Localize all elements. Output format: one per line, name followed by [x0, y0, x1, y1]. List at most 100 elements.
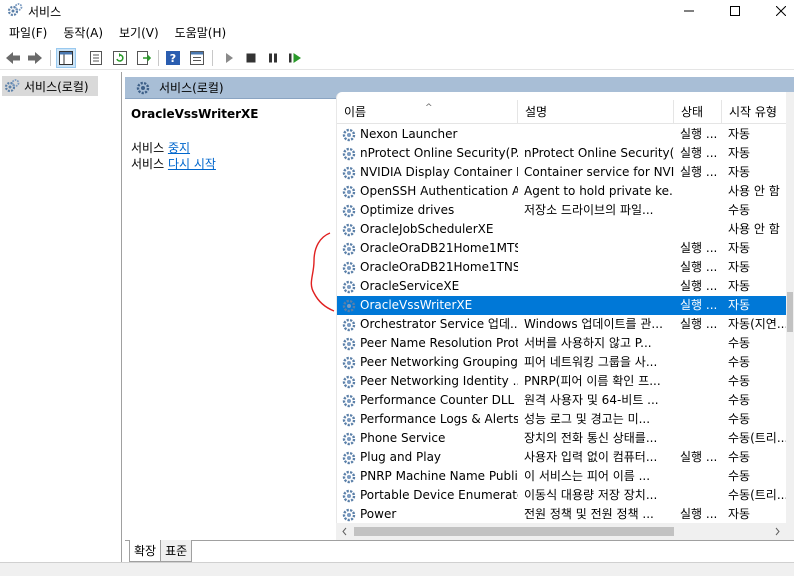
stop-prefix: 서비스 [131, 141, 168, 155]
column-header-description[interactable]: 설명 [518, 100, 674, 124]
service-row[interactable]: Nexon Launcher 실행 ... 자동 [337, 125, 794, 144]
service-description: 장치의 전화 통신 상태를... [524, 431, 658, 445]
service-row[interactable]: OracleOraDB21Home1MTS... 실행 ... 자동 [337, 239, 794, 258]
service-row[interactable]: Performance Logs & Alerts 성능 로그 및 경고는 미..… [337, 410, 794, 429]
service-row[interactable]: NVIDIA Display Container LS Container ser… [337, 163, 794, 182]
service-status: 실행 ... [680, 317, 718, 331]
tree-item-services-local[interactable]: 서비스(로컬) [2, 76, 98, 96]
properties-button[interactable] [86, 48, 106, 68]
service-startup-type: 수동 [728, 412, 751, 426]
service-row[interactable]: Peer Networking Grouping 피어 네트워킹 그룹을 사...… [337, 353, 794, 372]
menu-action[interactable]: 동작(A) [54, 23, 110, 43]
tree-item-label: 서비스(로컬) [24, 79, 89, 94]
gear-icon [341, 374, 357, 390]
title-bar: 서비스 [0, 0, 794, 22]
service-row[interactable]: Performance Counter DLL ... 원격 사용자 및 64-비… [337, 391, 794, 410]
service-row[interactable]: Orchestrator Service 업데... Windows 업데이트를 … [337, 315, 794, 334]
service-row[interactable]: nProtect Online Security(P... nProtect On… [337, 144, 794, 163]
stop-service-line: 서비스 중지 [131, 139, 190, 156]
service-row[interactable]: Optimize drives 저장소 드라이브의 파일... 수동 [337, 201, 794, 220]
menu-help[interactable]: 도움말(H) [166, 23, 234, 43]
service-row[interactable]: OracleVssWriterXE 실행 ... 자동 [337, 296, 794, 315]
service-description: 전원 정책 및 전원 정책 ... [524, 507, 654, 521]
service-row[interactable]: PNRP Machine Name Publi... 이 서비스는 피어 이름 .… [337, 467, 794, 486]
gear-icon [341, 127, 357, 143]
restart-service-button[interactable] [285, 48, 305, 68]
vertical-scrollbar[interactable] [786, 92, 794, 540]
services-app-icon [7, 3, 23, 17]
export-icon [137, 51, 151, 65]
maximize-icon [730, 6, 740, 16]
service-description: 이동식 대용량 저장 장치... [524, 488, 658, 502]
minimize-button[interactable] [666, 0, 712, 22]
maximize-button[interactable] [712, 0, 758, 22]
service-name: OracleOraDB21Home1MTS... [360, 241, 518, 255]
service-row[interactable]: OracleJobSchedulerXE 사용 안 함 [337, 220, 794, 239]
service-name: Peer Name Resolution Prot... [360, 336, 518, 350]
service-startup-type: 수동 [728, 374, 751, 388]
service-row[interactable]: Phone Service 장치의 전화 통신 상태를... 수동(트리... [337, 429, 794, 448]
service-name: Peer Networking Identity ... [360, 374, 518, 388]
service-startup-type: 자동 [728, 241, 751, 255]
close-icon [776, 6, 786, 16]
column-header-name[interactable]: ^ 이름 [337, 100, 518, 124]
minimize-icon [684, 10, 694, 12]
export-button[interactable] [134, 48, 154, 68]
gear-icon [341, 507, 357, 523]
service-name: Performance Counter DLL ... [360, 393, 518, 407]
service-row[interactable]: Plug and Play 사용자 입력 없이 컴퓨터... 실행 ... 수동 [337, 448, 794, 467]
menu-view[interactable]: 보기(V) [110, 23, 166, 43]
list-header: ^ 이름 설명 상태 시작 유형 [337, 100, 794, 124]
tab-standard[interactable]: 표준 [160, 540, 193, 562]
pause-service-button[interactable] [263, 48, 283, 68]
services-tree-icon [4, 79, 20, 93]
back-button[interactable] [3, 48, 23, 68]
service-name: OracleServiceXE [360, 279, 460, 293]
service-name: Portable Device Enumerato... [360, 488, 518, 502]
restart-service-line: 서비스 다시 시작 [131, 155, 216, 172]
service-startup-type: 자동 [728, 165, 751, 179]
forward-button[interactable] [25, 48, 45, 68]
restart-prefix: 서비스 [131, 157, 168, 171]
service-row[interactable]: OracleServiceXE 실행 ... 자동 [337, 277, 794, 296]
service-status: 실행 ... [680, 298, 718, 312]
stop-service-link[interactable]: 중지 [168, 141, 190, 155]
service-startup-type: 자동 [728, 279, 751, 293]
service-row[interactable]: OracleOraDB21Home1TNS... 실행 ... 자동 [337, 258, 794, 277]
service-name: Nexon Launcher [360, 127, 458, 141]
gear-icon [341, 488, 357, 504]
service-name: Performance Logs & Alerts [360, 412, 518, 426]
view-button[interactable] [187, 48, 207, 68]
service-name: Phone Service [360, 431, 446, 445]
scroll-right-icon[interactable] [772, 523, 782, 540]
help-button[interactable]: ? [163, 48, 183, 68]
service-row[interactable]: Power 전원 정책 및 전원 정책 ... 실행 ... 자동 [337, 505, 794, 524]
service-description: PNRP(피어 이름 확인 프... [524, 374, 661, 388]
column-header-startup[interactable]: 시작 유형 [722, 100, 794, 124]
service-row[interactable]: Portable Device Enumerato... 이동식 대용량 저장 장… [337, 486, 794, 505]
service-description: Windows 업데이트를 관... [524, 317, 663, 331]
service-row[interactable]: Peer Networking Identity ... PNRP(피어 이름 확… [337, 372, 794, 391]
service-row[interactable]: Peer Name Resolution Prot... 서버를 사용하지 않고 … [337, 334, 794, 353]
selected-service-name: OracleVssWriterXE [131, 107, 259, 121]
service-startup-type: 자동 [728, 127, 751, 141]
service-status: 실행 ... [680, 279, 718, 293]
console-tree-button[interactable] [56, 48, 76, 68]
scroll-left-icon[interactable] [340, 523, 350, 540]
horizontal-scrollbar[interactable] [336, 523, 786, 540]
services-list: ^ 이름 설명 상태 시작 유형 Nexon Launcher 실행 ... 자동 n… [336, 92, 794, 540]
service-description: 서버를 사용하지 않고 P... [524, 336, 652, 350]
menu-file[interactable]: 파일(F) [0, 23, 54, 43]
service-status: 실행 ... [680, 146, 718, 160]
gear-icon [341, 450, 357, 466]
restart-service-link[interactable]: 다시 시작 [168, 157, 216, 171]
help-icon: ? [166, 51, 180, 65]
column-header-status[interactable]: 상태 [674, 100, 722, 124]
service-name: OracleOraDB21Home1TNS... [360, 260, 518, 274]
service-row[interactable]: OpenSSH Authentication A... Agent to hold… [337, 182, 794, 201]
close-button[interactable] [758, 0, 794, 22]
tab-extended[interactable]: 확장 [129, 540, 162, 562]
start-service-button[interactable] [219, 48, 239, 68]
refresh-button[interactable] [110, 48, 130, 68]
stop-service-button[interactable] [241, 48, 261, 68]
